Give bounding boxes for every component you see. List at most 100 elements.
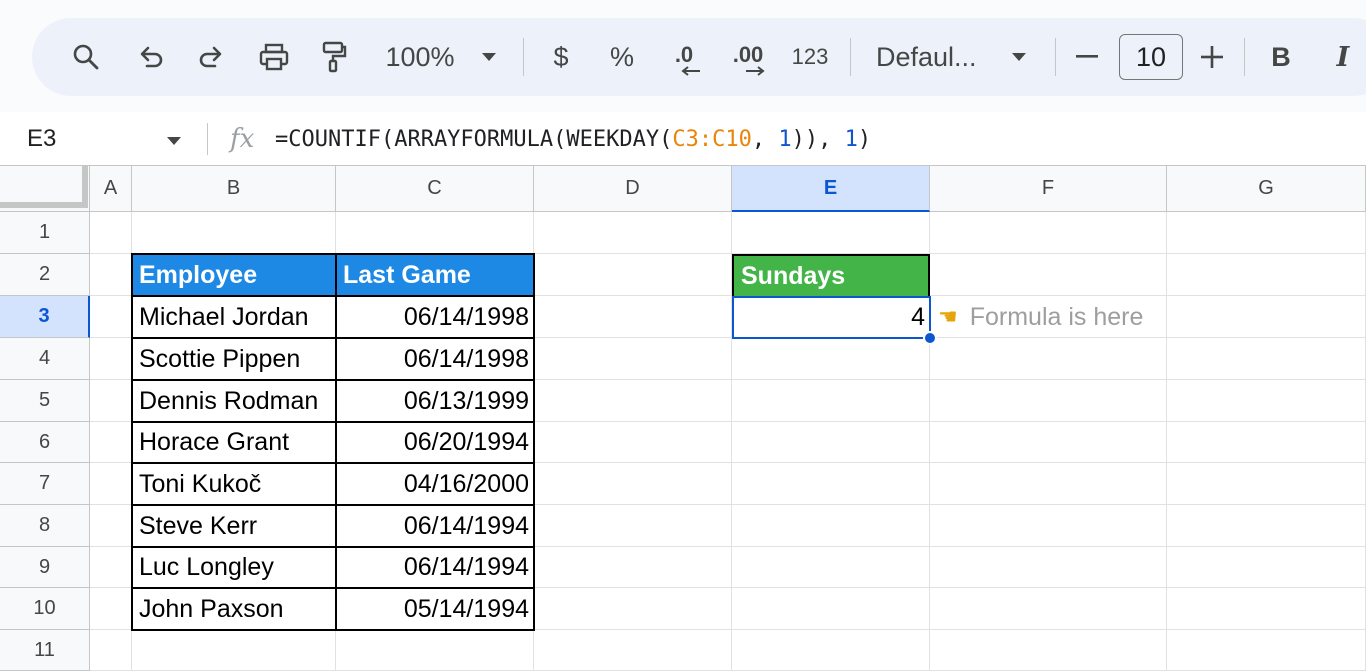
paint-format-icon[interactable] — [314, 18, 354, 96]
cell-f2[interactable] — [930, 254, 1167, 296]
cell-d10[interactable] — [534, 588, 732, 630]
font-select[interactable]: Defaul... — [876, 18, 988, 96]
last-game-date-cell[interactable]: 05/14/1994 — [336, 588, 534, 630]
cell-e7[interactable] — [732, 463, 930, 505]
search-menus-icon[interactable] — [66, 18, 106, 96]
more-formats-button[interactable]: 123 — [788, 18, 832, 96]
last-game-date-cell[interactable]: 06/14/1998 — [336, 338, 534, 380]
cell-a5[interactable] — [90, 380, 132, 422]
cell-c1[interactable] — [336, 212, 534, 254]
cell-d11[interactable] — [534, 630, 732, 671]
undo-icon[interactable] — [132, 18, 172, 96]
row-header-2[interactable]: 2 — [0, 254, 90, 296]
cell-f7[interactable] — [930, 463, 1167, 505]
formula-input[interactable]: =COUNTIF(ARRAYFORMULA(WEEKDAY(C3:C10, 1)… — [275, 112, 871, 166]
cell-d8[interactable] — [534, 505, 732, 547]
sundays-header-cell[interactable]: Sundays — [732, 254, 930, 296]
cell-a2[interactable] — [90, 254, 132, 296]
row-header-3[interactable]: 3 — [0, 296, 90, 338]
table-header-cell[interactable]: Employee — [132, 254, 336, 296]
cell-e5[interactable] — [732, 380, 930, 422]
cell-a10[interactable] — [90, 588, 132, 630]
column-header-b[interactable]: B — [132, 166, 336, 212]
cell-a3[interactable] — [90, 296, 132, 338]
last-game-date-cell[interactable]: 06/14/1998 — [336, 296, 534, 338]
row-header-5[interactable]: 5 — [0, 380, 90, 422]
cell-g8[interactable] — [1167, 505, 1366, 547]
cell-g1[interactable] — [1167, 212, 1366, 254]
row-header-1[interactable]: 1 — [0, 212, 90, 254]
cell-a9[interactable] — [90, 547, 132, 588]
cell-d1[interactable] — [534, 212, 732, 254]
column-header-a[interactable]: A — [90, 166, 132, 212]
cell-f8[interactable] — [930, 505, 1167, 547]
cell-b11[interactable] — [132, 630, 336, 671]
sundays-result-cell[interactable]: 4 — [732, 296, 930, 338]
employee-name-cell[interactable]: John Paxson — [132, 588, 336, 630]
row-header-9[interactable]: 9 — [0, 547, 90, 588]
employee-name-cell[interactable]: Scottie Pippen — [132, 338, 336, 380]
frozen-row-handle[interactable] — [0, 202, 88, 208]
cell-f6[interactable] — [930, 422, 1167, 463]
cell-g4[interactable] — [1167, 338, 1366, 380]
cell-f4[interactable] — [930, 338, 1167, 380]
cell-g5[interactable] — [1167, 380, 1366, 422]
cell-g7[interactable] — [1167, 463, 1366, 505]
name-box-dropdown-icon[interactable] — [166, 133, 182, 151]
cell-e1[interactable] — [732, 212, 930, 254]
row-header-10[interactable]: 10 — [0, 588, 90, 630]
print-icon[interactable] — [252, 18, 296, 96]
increase-decimal-button[interactable]: .00 — [726, 18, 770, 96]
cell-d5[interactable] — [534, 380, 732, 422]
cell-c11[interactable] — [336, 630, 534, 671]
cell-e9[interactable] — [732, 547, 930, 588]
cell-a6[interactable] — [90, 422, 132, 463]
italic-button[interactable]: I — [1326, 18, 1360, 96]
column-header-f[interactable]: F — [930, 166, 1167, 212]
currency-format-button[interactable]: $ — [545, 18, 577, 96]
cell-a8[interactable] — [90, 505, 132, 547]
cell-f9[interactable] — [930, 547, 1167, 588]
cell-d3[interactable] — [534, 296, 732, 338]
increase-font-size-icon[interactable] — [1197, 18, 1227, 96]
row-header-11[interactable]: 11 — [0, 630, 90, 671]
select-all-corner[interactable] — [0, 166, 90, 212]
employee-name-cell[interactable]: Dennis Rodman — [132, 380, 336, 422]
last-game-date-cell[interactable]: 06/14/1994 — [336, 505, 534, 547]
cell-e10[interactable] — [732, 588, 930, 630]
row-header-7[interactable]: 7 — [0, 463, 90, 505]
employee-name-cell[interactable]: Toni Kukoč — [132, 463, 336, 505]
frozen-column-handle[interactable] — [82, 166, 88, 208]
cell-f10[interactable] — [930, 588, 1167, 630]
cell-f1[interactable] — [930, 212, 1167, 254]
decrease-decimal-button[interactable]: .0 — [662, 18, 706, 96]
last-game-date-cell[interactable]: 06/14/1994 — [336, 547, 534, 588]
fill-handle[interactable] — [923, 331, 937, 345]
last-game-date-cell[interactable]: 04/16/2000 — [336, 463, 534, 505]
cell-d4[interactable] — [534, 338, 732, 380]
cell-a4[interactable] — [90, 338, 132, 380]
cell-d2[interactable] — [534, 254, 732, 296]
employee-name-cell[interactable]: Luc Longley — [132, 547, 336, 588]
zoom-select[interactable]: 100% — [378, 18, 462, 96]
column-header-g[interactable]: G — [1167, 166, 1366, 212]
employee-name-cell[interactable]: Steve Kerr — [132, 505, 336, 547]
cell-g3[interactable] — [1167, 296, 1366, 338]
name-box[interactable]: E3 — [27, 112, 56, 166]
cell-e6[interactable] — [732, 422, 930, 463]
column-header-c[interactable]: C — [336, 166, 534, 212]
row-header-4[interactable]: 4 — [0, 338, 90, 380]
zoom-dropdown-icon[interactable] — [476, 18, 502, 96]
font-dropdown-icon[interactable] — [1006, 18, 1032, 96]
row-header-8[interactable]: 8 — [0, 505, 90, 547]
cell-a7[interactable] — [90, 463, 132, 505]
column-header-e[interactable]: E — [732, 166, 930, 212]
redo-icon[interactable] — [190, 18, 230, 96]
table-header-cell[interactable]: Last Game — [336, 254, 534, 296]
column-header-d[interactable]: D — [534, 166, 732, 212]
cell-g11[interactable] — [1167, 630, 1366, 671]
cell-f11[interactable] — [930, 630, 1167, 671]
decrease-font-size-icon[interactable] — [1072, 18, 1102, 96]
row-header-6[interactable]: 6 — [0, 422, 90, 463]
cell-a1[interactable] — [90, 212, 132, 254]
